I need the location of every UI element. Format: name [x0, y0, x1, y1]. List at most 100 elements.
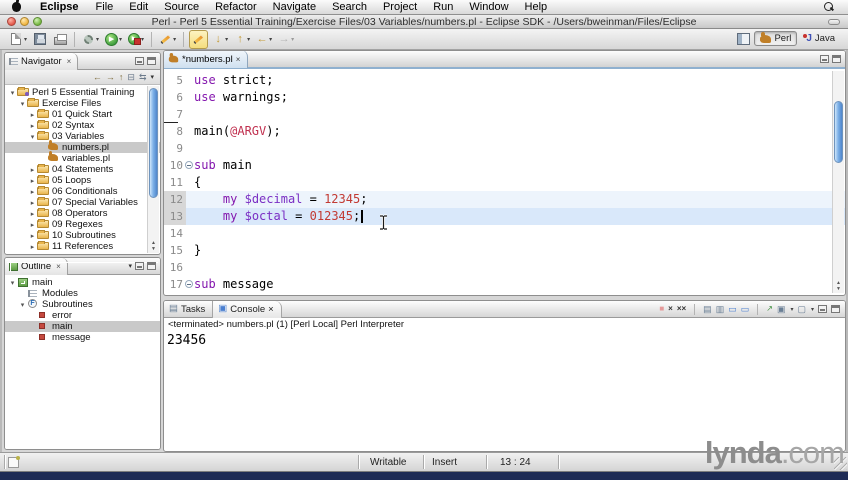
pin-console-icon[interactable]: ↗: [766, 304, 773, 314]
code-line-10[interactable]: 10 sub main: [164, 157, 845, 174]
menu-project[interactable]: Project: [375, 0, 425, 15]
minimize-view-button[interactable]: [135, 57, 144, 65]
code-line-11[interactable]: 11 {: [164, 174, 845, 191]
nav-forward-icon[interactable]: →: [106, 72, 115, 82]
show-output-icon[interactable]: ▭: [741, 304, 750, 314]
tree-item-11-references[interactable]: ▸ 11 References: [5, 241, 160, 252]
code-line-7[interactable]: 7: [164, 106, 845, 123]
twistie-icon[interactable]: ▾: [18, 301, 27, 309]
twistie-icon[interactable]: ▸: [28, 199, 37, 207]
perspective-java-button[interactable]: J Java: [801, 32, 840, 45]
scrollbar-thumb[interactable]: [149, 88, 158, 198]
maximize-view-button[interactable]: [147, 262, 156, 270]
tree-item-07-special-variables[interactable]: ▸ 07 Special Variables: [5, 197, 160, 208]
run-external-tools-button[interactable]: ▶ ▾: [126, 32, 146, 46]
tree-item-01-quick-start[interactable]: ▸ 01 Quick Start: [5, 109, 160, 120]
tree-item-main[interactable]: ▾ main: [5, 277, 160, 288]
menu-run[interactable]: Run: [425, 0, 461, 15]
code-line-15[interactable]: 15}: [164, 242, 845, 259]
nav-up-icon[interactable]: ↑: [119, 72, 124, 82]
code-area[interactable]: 5 use strict; 6 use warnings; 7 8 main(@ARGV);…: [164, 69, 845, 295]
tree-item-10-subroutines[interactable]: ▸ 10 Subroutines: [5, 230, 160, 241]
twistie-icon[interactable]: ▸: [28, 122, 37, 130]
minimize-view-button[interactable]: [818, 305, 827, 313]
twistie-icon[interactable]: ▸: [28, 111, 37, 119]
fast-view-icon[interactable]: [8, 456, 20, 468]
tree-item-09-regexes[interactable]: ▸ 09 Regexes: [5, 219, 160, 230]
scroll-lock-icon[interactable]: ▥: [716, 304, 725, 314]
mark-occurrences-button[interactable]: [189, 29, 209, 49]
remove-launch-icon[interactable]: ×: [668, 304, 673, 314]
forward-history-button[interactable]: → ▾: [276, 31, 296, 47]
twistie-icon[interactable]: ▾: [8, 279, 17, 287]
chevron-down-icon[interactable]: ▾: [119, 36, 122, 43]
word-wrap-icon[interactable]: ▭: [728, 304, 737, 314]
debug-button[interactable]: ▾: [80, 32, 101, 47]
menu-navigate[interactable]: Navigate: [265, 0, 324, 15]
tree-item-variables-pl[interactable]: variables.pl: [5, 151, 160, 164]
close-icon[interactable]: ×: [236, 55, 241, 64]
chevron-down-icon[interactable]: ▾: [269, 36, 272, 43]
code-line-5[interactable]: 5 use strict;: [164, 72, 845, 89]
twistie-icon[interactable]: ▸: [28, 232, 37, 240]
twistie-icon[interactable]: ▸: [28, 210, 37, 218]
toggle-marker-button[interactable]: ▾: [157, 31, 178, 48]
navigator-scrollbar[interactable]: ▲ ▼: [147, 86, 159, 253]
tab-outline[interactable]: Outline ×: [5, 258, 68, 275]
chevron-down-icon[interactable]: ▾: [96, 36, 99, 43]
tree-item-perl-5-essential-training[interactable]: ▾ Perl 5 Essential Training: [5, 87, 160, 98]
view-menu-icon[interactable]: ▾: [150, 73, 154, 81]
maximize-editor-button[interactable]: [832, 55, 841, 63]
tree-item-05-loops[interactable]: ▸ 05 Loops: [5, 175, 160, 186]
next-annotation-button[interactable]: ↓ ▾: [210, 31, 230, 47]
tab-console[interactable]: ▣ Console ×: [213, 301, 282, 318]
tree-item-08-operators[interactable]: ▸ 08 Operators: [5, 208, 160, 219]
tree-item-main[interactable]: main: [5, 321, 160, 332]
back-history-button[interactable]: ← ▾: [254, 31, 274, 47]
menu-window[interactable]: Window: [461, 0, 516, 15]
tree-item-numbers-pl[interactable]: numbers.pl: [5, 140, 160, 153]
tree-item-02-syntax[interactable]: ▸ 02 Syntax: [5, 120, 160, 131]
menu-help[interactable]: Help: [517, 0, 556, 15]
scrollbar-arrows[interactable]: ▲ ▼: [833, 280, 844, 292]
close-icon[interactable]: ×: [268, 304, 274, 315]
link-with-editor-icon[interactable]: ⇆: [139, 72, 147, 83]
new-wizard-button[interactable]: ▾: [7, 31, 29, 47]
scrollbar-thumb[interactable]: [834, 101, 843, 163]
minimize-window-button[interactable]: [20, 17, 29, 26]
tree-item-error[interactable]: error: [5, 310, 160, 321]
chevron-down-icon[interactable]: ▾: [790, 306, 793, 313]
collapse-all-icon[interactable]: ⊟: [127, 72, 135, 83]
maximize-view-button[interactable]: [147, 57, 156, 65]
remove-all-launches-icon[interactable]: ××: [677, 304, 686, 314]
code-line-9[interactable]: 9: [164, 140, 845, 157]
menu-eclipse[interactable]: Eclipse: [31, 0, 88, 15]
tree-item-04-statements[interactable]: ▸ 04 Statements: [5, 164, 160, 175]
tab-navigator[interactable]: Navigator ×: [5, 53, 79, 70]
apple-menu-icon[interactable]: [12, 0, 21, 12]
tree-item-modules[interactable]: Modules: [5, 288, 160, 299]
twistie-icon[interactable]: ▸: [28, 243, 37, 251]
twistie-icon[interactable]: ▾: [8, 89, 17, 97]
code-line-6[interactable]: 6 use warnings;: [164, 89, 845, 106]
menu-refactor[interactable]: Refactor: [207, 0, 265, 15]
tree-item-03-variables[interactable]: ▾ 03 Variables: [5, 131, 160, 142]
chevron-down-icon[interactable]: ▾: [173, 36, 176, 43]
fold-collapse-icon[interactable]: [185, 161, 193, 169]
perspective-perl-button[interactable]: Perl: [754, 31, 798, 46]
chevron-down-icon[interactable]: ▾: [141, 36, 144, 43]
code-line-17[interactable]: 17 sub message: [164, 276, 845, 293]
tree-item-exercise-files[interactable]: ▾ Exercise Files: [5, 98, 160, 109]
previous-annotation-button[interactable]: ↑ ▾: [232, 31, 252, 47]
close-icon[interactable]: ×: [67, 57, 72, 66]
open-console-icon[interactable]: ▢: [797, 304, 806, 314]
menu-search[interactable]: Search: [324, 0, 375, 15]
nav-back-icon[interactable]: ←: [93, 72, 102, 82]
spotlight-search-icon[interactable]: [824, 2, 834, 12]
close-window-button[interactable]: [7, 17, 16, 26]
editor-scrollbar[interactable]: ▲ ▼: [832, 71, 844, 293]
tree-item-subroutines[interactable]: ▾ F Subroutines: [5, 299, 160, 310]
code-line-16[interactable]: 16: [164, 259, 845, 276]
fold-collapse-icon[interactable]: [185, 280, 193, 288]
tab-numbers-pl[interactable]: *numbers.pl ×: [164, 51, 249, 68]
